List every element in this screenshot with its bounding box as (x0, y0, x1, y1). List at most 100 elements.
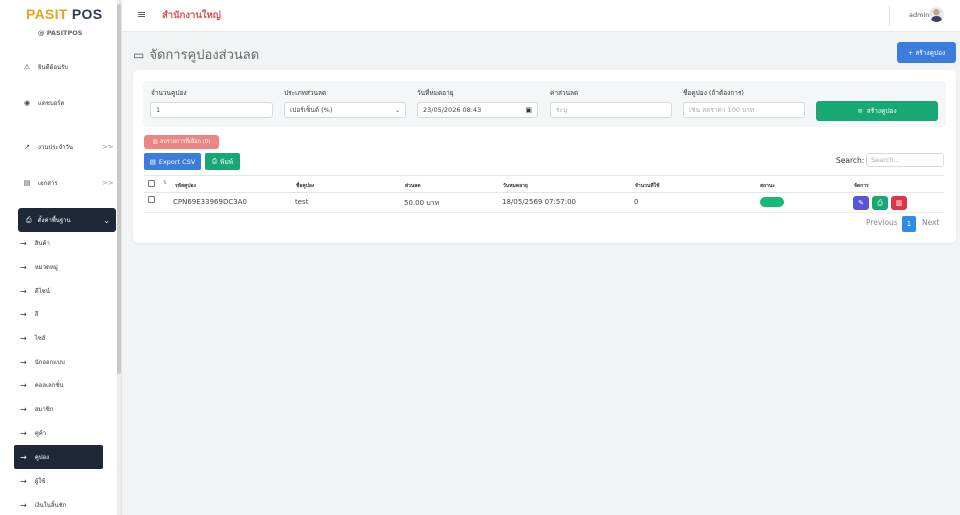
sidebar-sub-label: คอลเลกชั่น (34, 382, 64, 389)
status-badge (760, 197, 784, 207)
qty-input[interactable]: 1 (150, 102, 273, 118)
export-csv-button[interactable]: ▤ Export CSV (144, 153, 201, 170)
scrollbar-thumb[interactable] (117, 4, 121, 374)
coupon-name-input[interactable]: เช่น ลดราคา 100 บาท (683, 102, 805, 118)
col-status[interactable]: สถานะ (760, 182, 775, 190)
sidebar-item-daily[interactable]: ↗ งานประจำวัน >> (22, 140, 114, 154)
document-icon: ▤ (23, 179, 31, 187)
menu-toggle-icon[interactable]: ≡ (137, 8, 146, 21)
avatar[interactable] (929, 7, 944, 22)
print-icon: ⎙ (877, 198, 883, 207)
sidebar: PASIT POS @ PASITPOS ⚠ ยินดีต้อนรับ ◉ แด… (0, 0, 122, 515)
sidebar-item-label: ตั้งค่าพื้นฐาน (37, 217, 71, 224)
expire-datetime-input[interactable]: 23/05/2026 08:43 ▣ (417, 102, 538, 118)
sidebar-sub-label: สินค้า (34, 240, 50, 247)
arrow-right-icon: → (20, 380, 27, 390)
discount-input[interactable]: ระบุ (550, 102, 672, 118)
arrow-right-icon: → (20, 262, 27, 272)
page-title: ▭ จัดการคูปองส่วนลด (133, 44, 259, 65)
sidebar-scrollbar[interactable] (117, 0, 121, 515)
discount-label: ค่าส่วนลด (550, 89, 579, 97)
sort-icon[interactable]: ⇅ (163, 180, 167, 186)
col-expire[interactable]: วันหมดอายุ (503, 182, 528, 190)
branch-name[interactable]: สำนักงานใหญ่ (162, 8, 221, 23)
sidebar-sub-partners[interactable]: → คู่ค้า (20, 426, 46, 440)
sidebar-sub-colors[interactable]: → สี (20, 307, 38, 321)
sidebar-item-settings[interactable]: ⎙ ตั้งค่าพื้นฐาน ⌄ (18, 208, 116, 232)
user-name[interactable]: admin (909, 11, 929, 19)
print-icon: ⎙ (26, 215, 32, 224)
pagination-previous[interactable]: Previous (866, 218, 898, 227)
arrow-right-icon: → (20, 238, 27, 248)
sidebar-sub-designs[interactable]: → ดีไซน์ (20, 284, 50, 298)
cell-used: 0 (634, 198, 639, 206)
sidebar-sub-users[interactable]: → ผู้ใช้ (20, 474, 45, 488)
sidebar-sub-label: นักออกแบบ (34, 359, 65, 366)
sidebar-item-dashboard[interactable]: ◉ แดชบอร์ด (22, 96, 64, 110)
topbar: ≡ สำนักงานใหญ่ admin (122, 0, 960, 32)
sidebar-sub-coupons[interactable]: → คูปอง (14, 445, 103, 469)
chevron-down-icon: ⌄ (394, 106, 400, 114)
col-name[interactable]: ชื่อคูปอง (296, 182, 314, 190)
name-label: ชื่อคูปอง (ถ้าต้องการ) (683, 89, 744, 97)
calendar-icon[interactable]: ▣ (525, 106, 532, 114)
sidebar-sub-label: สมาชิก (34, 406, 54, 413)
cell-expire: 18/05/2569 07:57:00 (502, 198, 577, 206)
print-button[interactable]: ⎙ พิมพ์ (205, 153, 240, 170)
cell-name: test (295, 198, 309, 206)
row-checkbox[interactable] (148, 196, 155, 203)
edit-icon: ✎ (858, 199, 864, 207)
sidebar-sub-cash-drawer[interactable]: → เงินในลิ้นชัก (20, 498, 66, 512)
sidebar-sub-label: ผู้ใช้ (34, 478, 46, 485)
sidebar-item-documents[interactable]: ▤ เอกสาร >> (22, 176, 114, 190)
chevron-down-icon: ⌄ (103, 215, 110, 225)
chart-icon: ↗ (24, 143, 30, 151)
brand-part2: POS (71, 6, 103, 22)
ticket-icon: ▭ (133, 47, 145, 62)
pagination-next[interactable]: Next (922, 218, 939, 227)
type-label: ประเภทส่วนลด (284, 89, 327, 97)
arrow-right-icon: → (20, 404, 27, 414)
sidebar-item-label: แดชบอร์ด (38, 100, 65, 107)
arrow-right-icon: → (20, 428, 27, 438)
cell-code: CPN69E33969DC3A0 (173, 198, 247, 206)
sidebar-sub-label: คู่ค้า (34, 430, 47, 437)
select-all-checkbox[interactable] (148, 180, 155, 187)
sidebar-item-label: เอกสาร (38, 180, 58, 187)
col-discount[interactable]: ส่วนลด (405, 182, 421, 190)
sidebar-item-label: งานประจำวัน (38, 144, 74, 151)
sidebar-item-welcome[interactable]: ⚠ ยินดีต้อนรับ (22, 60, 68, 74)
sidebar-sub-categories[interactable]: → หมวดหมู่ (20, 260, 58, 274)
submit-create-coupon-button[interactable]: ≋ สร้างคูปอง (816, 101, 938, 121)
type-select[interactable]: เปอร์เซ็นต์ (%) ⌄ (284, 102, 406, 118)
sidebar-sub-label: ไซส์ (34, 335, 46, 342)
brand-part1: PASIT (26, 6, 68, 22)
print-icon: ⎙ (211, 157, 218, 165)
sidebar-sub-products[interactable]: → สินค้า (20, 236, 50, 250)
sidebar-sub-members[interactable]: → สมาชิก (20, 402, 53, 416)
delete-selected-button[interactable]: ▥ ลบรายการที่เลือก (0) (144, 135, 219, 149)
chevron-right-icon: >> (102, 179, 114, 187)
sidebar-sub-sizes[interactable]: → ไซส์ (20, 331, 45, 345)
col-used[interactable]: จำนวนที่ใช้ (635, 182, 660, 190)
table-header: ⇅ รหัสคูปอง ชื่อคูปอง ส่วนลด วันหมดอายุ … (144, 175, 944, 193)
pagination-page-1[interactable]: 1 (902, 216, 916, 232)
qty-label: จำนวนคูปอง (151, 89, 187, 97)
search-input[interactable]: Search... (866, 153, 944, 167)
sidebar-sub-collections[interactable]: → คอลเลกชั่น (20, 378, 64, 392)
brand-logo[interactable]: PASIT POS (26, 6, 102, 22)
row-delete-button[interactable]: ▥ (891, 196, 907, 210)
row-print-button[interactable]: ⎙ (872, 196, 888, 210)
edit-button[interactable]: ✎ (853, 196, 869, 210)
brand-subtitle: @ PASITPOS (38, 29, 83, 37)
arrow-right-icon: → (20, 500, 27, 510)
coupon-card: จำนวนคูปอง 1 ประเภทส่วนลด เปอร์เซ็นต์ (%… (133, 70, 956, 243)
trash-icon: ▥ (152, 139, 158, 145)
arrow-right-icon: → (20, 476, 27, 486)
create-coupon-button[interactable]: + สร้างคูปอง (897, 42, 956, 63)
sidebar-sub-designers[interactable]: → นักออกแบบ (20, 355, 65, 369)
delete-selected-label: ลบรายการที่เลือก (0) (159, 139, 211, 145)
submit-label: สร้างคูปอง (866, 107, 897, 115)
sidebar-sub-label: สี (34, 311, 39, 318)
col-code[interactable]: รหัสคูปอง (175, 182, 196, 190)
